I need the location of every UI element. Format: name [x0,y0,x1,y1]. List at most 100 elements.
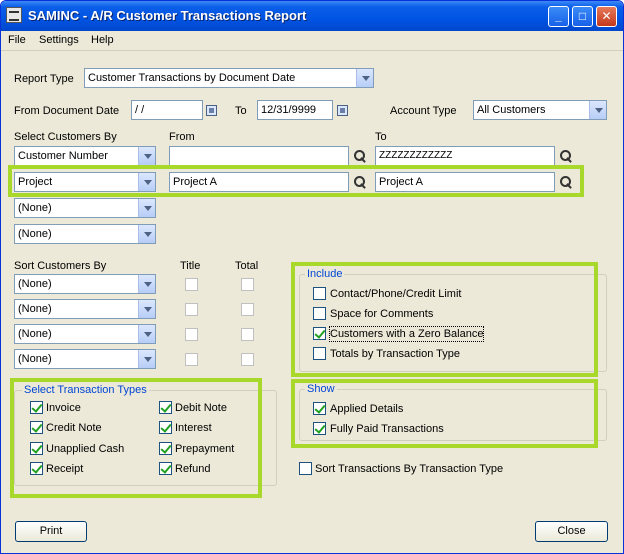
sort-criteria-3[interactable]: (None) [14,324,156,344]
title-checkbox[interactable] [185,328,198,341]
close-button[interactable]: Close [535,521,608,542]
receipt-checkbox[interactable] [30,462,43,475]
chevron-down-icon[interactable] [138,350,155,368]
customer-to-input[interactable]: ZZZZZZZZZZZZ [375,146,555,166]
total-checkbox[interactable] [241,328,254,341]
project-from-input[interactable]: Project A [169,172,349,192]
total-checkbox[interactable] [241,303,254,316]
sort-criteria-value: (None) [18,328,52,340]
calendar-icon[interactable] [337,105,348,116]
chevron-down-icon[interactable] [138,275,155,293]
credit-note-checkbox[interactable] [30,421,43,434]
select-criteria-value: Project [18,176,53,188]
menu-bar: File Settings Help [1,31,623,51]
chevron-down-icon[interactable] [356,69,373,87]
calendar-icon[interactable] [206,105,217,116]
close-window-button[interactable]: ✕ [596,6,617,27]
chevron-down-icon[interactable] [138,225,155,243]
title-checkbox[interactable] [185,303,198,316]
transaction-types-title: Select Transaction Types [22,384,149,396]
select-criteria-3[interactable]: (None) [14,198,156,218]
search-icon[interactable] [353,175,367,189]
select-criteria-1[interactable]: Customer Number [14,146,156,166]
menu-file[interactable]: File [8,34,26,46]
sort-criteria-2[interactable]: (None) [14,299,156,319]
search-icon[interactable] [559,175,573,189]
applied-details-checkbox[interactable] [313,402,326,415]
total-checkbox[interactable] [241,278,254,291]
show-title: Show [305,383,337,395]
title-checkbox[interactable] [185,353,198,366]
search-icon[interactable] [559,149,573,163]
to-date-label: To [235,105,247,117]
account-type-label: Account Type [390,105,457,117]
chevron-down-icon[interactable] [138,325,155,343]
to-date-input[interactable]: 12/31/9999 [257,100,333,120]
fully-paid-checkbox[interactable] [313,422,326,435]
from-date-input[interactable]: / / [131,100,203,120]
contact-phone-credit-checkbox[interactable] [313,287,326,300]
from-date-label: From Document Date [14,105,120,117]
interest-label: Interest [175,422,212,434]
title-bar[interactable]: SAMINC - A/R Customer Transactions Repor… [1,1,623,31]
project-to-input[interactable]: Project A [375,172,555,192]
zero-balance-label: Customers with a Zero Balance [328,326,485,342]
sort-criteria-1[interactable]: (None) [14,274,156,294]
chevron-down-icon[interactable] [589,101,606,119]
title-checkbox[interactable] [185,278,198,291]
search-icon[interactable] [353,149,367,163]
fully-paid-label: Fully Paid Transactions [330,423,444,435]
window-title: SAMINC - A/R Customer Transactions Repor… [28,8,307,23]
invoice-checkbox[interactable] [30,401,43,414]
report-type-value: Customer Transactions by Document Date [88,72,296,84]
debit-note-checkbox[interactable] [159,401,172,414]
select-criteria-2[interactable]: Project [14,172,156,192]
select-criteria-value: (None) [18,228,52,240]
select-customers-label: Select Customers By [14,131,117,143]
select-criteria-value: (None) [18,202,52,214]
totals-by-type-label: Totals by Transaction Type [330,348,461,360]
minimize-button[interactable]: _ [548,6,569,27]
report-type-select[interactable]: Customer Transactions by Document Date [84,68,374,88]
space-comments-label: Space for Comments [330,308,434,320]
prepayment-label: Prepayment [175,443,235,455]
customer-from-input[interactable] [169,146,349,166]
to-header: To [375,131,387,143]
sort-criteria-value: (None) [18,303,52,315]
unapplied-cash-checkbox[interactable] [30,442,43,455]
select-criteria-4[interactable]: (None) [14,224,156,244]
zero-balance-checkbox[interactable] [313,327,326,340]
receipt-label: Receipt [46,463,84,475]
prepayment-checkbox[interactable] [159,442,172,455]
chevron-down-icon[interactable] [138,147,155,165]
total-checkbox[interactable] [241,353,254,366]
chevron-down-icon[interactable] [138,173,155,191]
unapplied-cash-label: Unapplied Cash [46,443,125,455]
chevron-down-icon[interactable] [138,300,155,318]
print-button[interactable]: Print [15,521,87,542]
account-type-select[interactable]: All Customers [473,100,607,120]
from-header: From [169,131,195,143]
totals-by-type-checkbox[interactable] [313,347,326,360]
select-criteria-value: Customer Number [18,150,108,162]
app-icon [6,7,22,23]
sort-by-type-label: Sort Transactions By Transaction Type [315,463,504,475]
credit-note-label: Credit Note [46,422,102,434]
refund-label: Refund [175,463,211,475]
space-comments-checkbox[interactable] [313,307,326,320]
account-type-value: All Customers [477,104,546,116]
include-title: Include [305,268,345,280]
interest-checkbox[interactable] [159,421,172,434]
menu-help[interactable]: Help [91,34,114,46]
invoice-label: Invoice [46,402,81,414]
debit-note-label: Debit Note [175,402,227,414]
sort-criteria-4[interactable]: (None) [14,349,156,369]
sort-by-type-checkbox[interactable] [299,462,312,475]
menu-settings[interactable]: Settings [39,34,79,46]
refund-checkbox[interactable] [159,462,172,475]
maximize-button[interactable]: □ [572,6,593,27]
total-header: Total [235,260,259,272]
report-window: SAMINC - A/R Customer Transactions Repor… [0,0,624,554]
title-header: Title [180,260,201,272]
chevron-down-icon[interactable] [138,199,155,217]
